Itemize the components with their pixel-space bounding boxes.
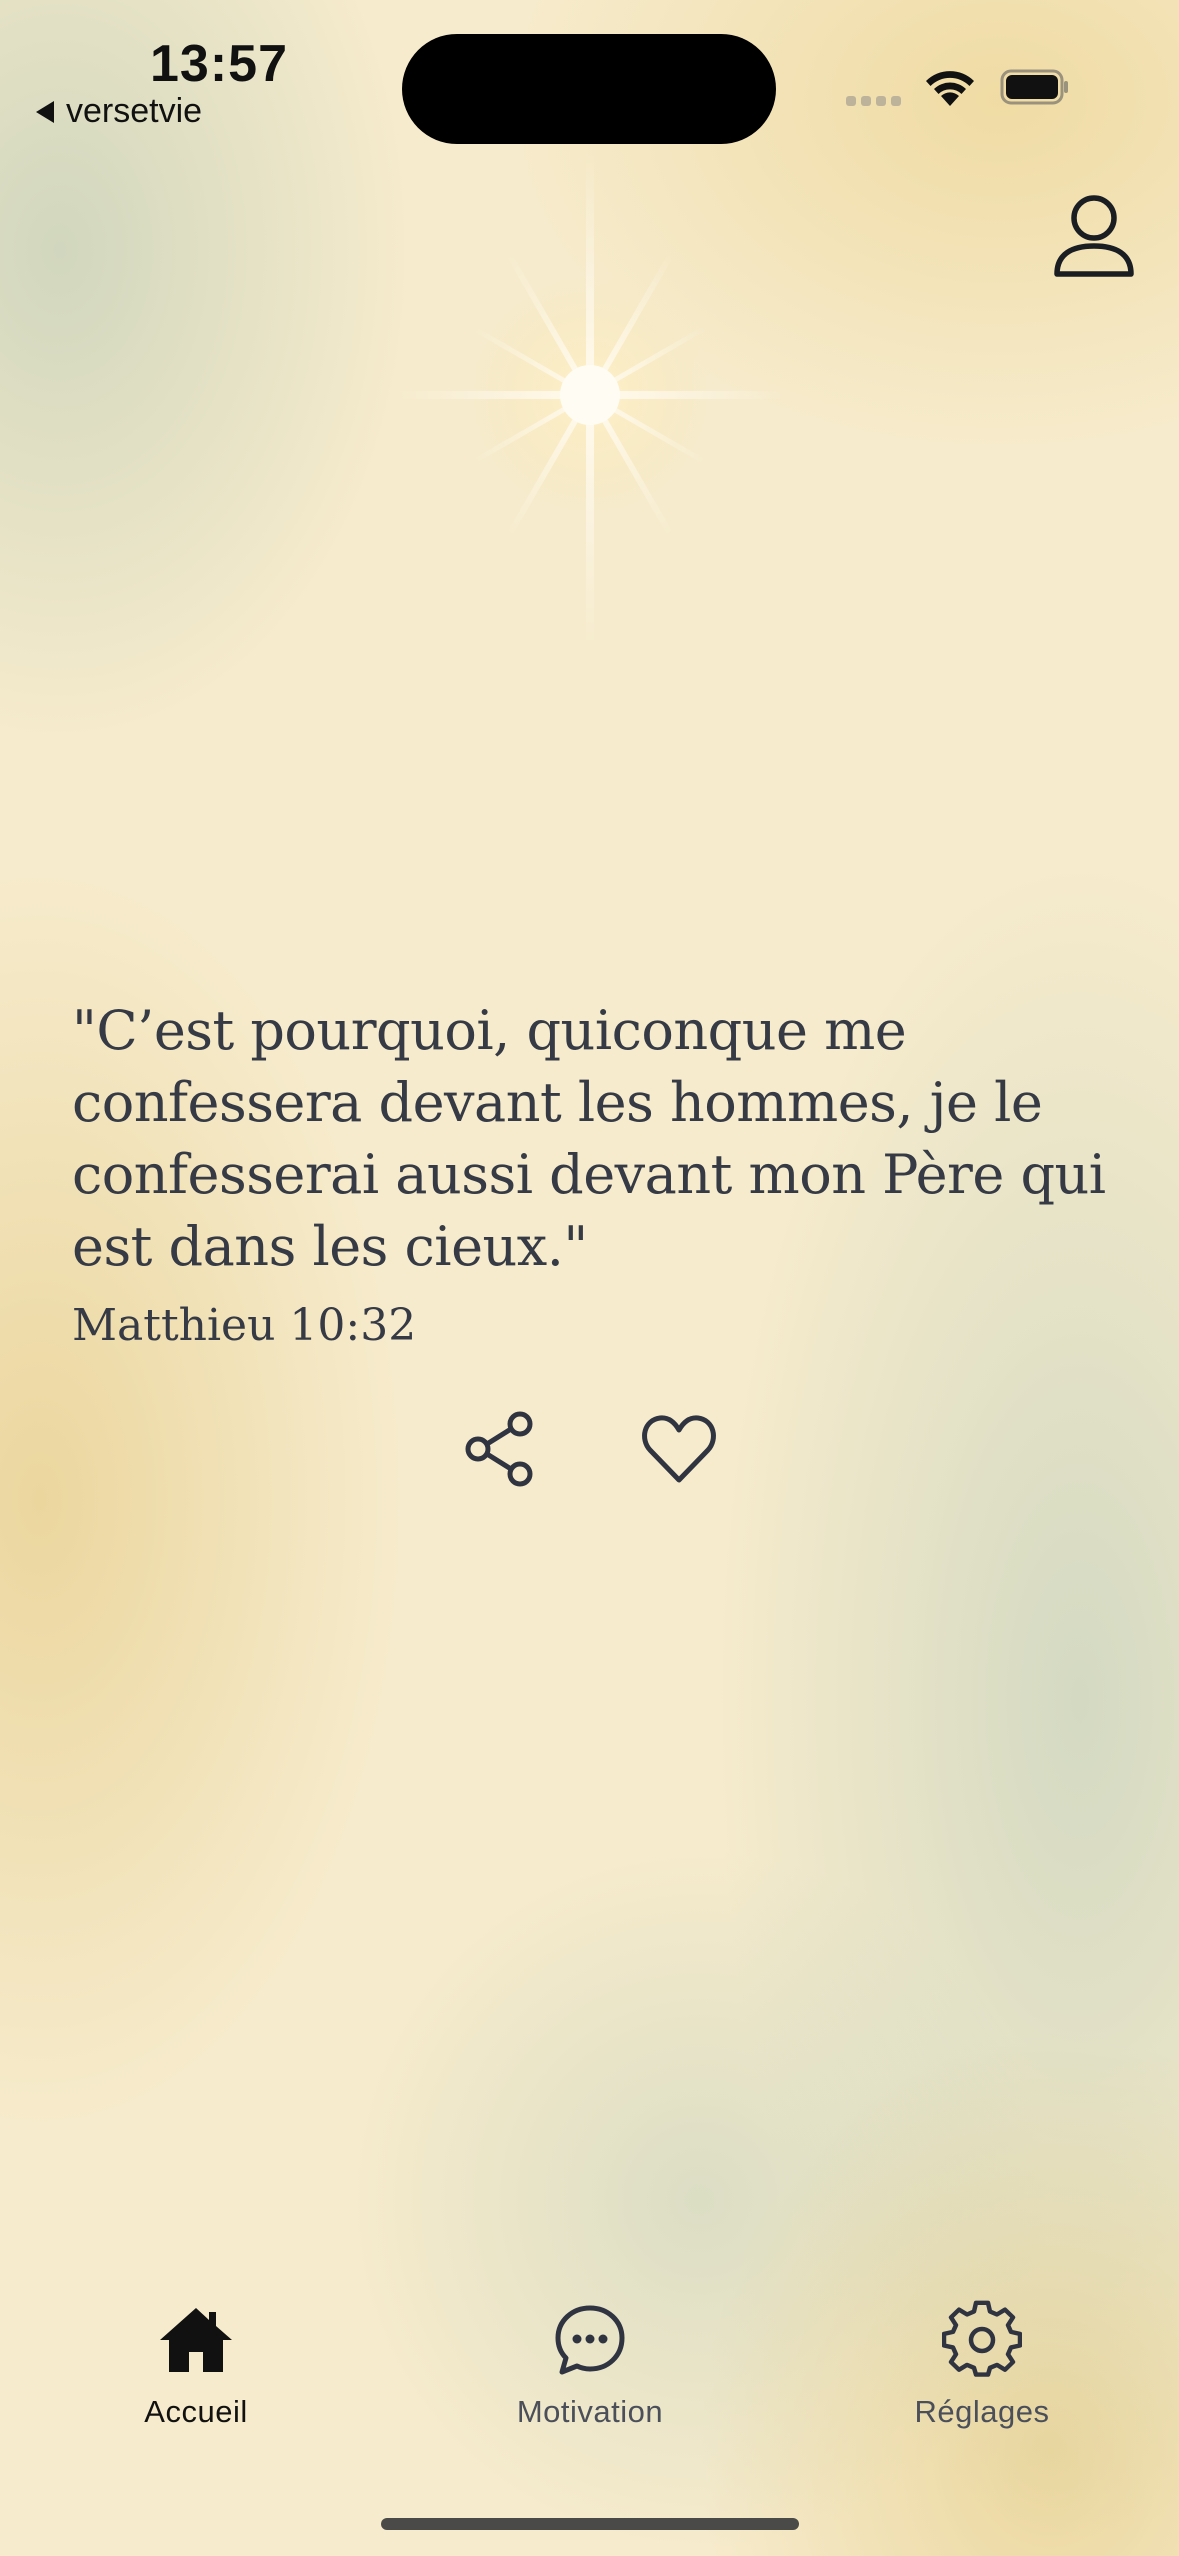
tab-label: Accueil <box>144 2394 248 2429</box>
star-glow-icon <box>395 150 785 650</box>
tab-bar: Accueil Motivation Réglages <box>0 2300 1179 2480</box>
tab-accueil[interactable]: Accueil <box>46 2300 346 2450</box>
verse-reference: Matthieu 10:32 <box>72 1300 417 1351</box>
tab-label: Motivation <box>516 2394 664 2429</box>
battery-icon <box>1000 69 1068 105</box>
share-icon[interactable] <box>464 1410 536 1488</box>
wifi-icon <box>926 71 974 106</box>
profile-icon[interactable] <box>1052 190 1136 282</box>
gear-icon <box>942 2300 1022 2377</box>
cellular-signal-icon <box>846 96 901 106</box>
back-to-app-link[interactable]: versetvie <box>36 92 202 131</box>
back-app-label: versetvie <box>66 92 203 130</box>
dynamic-island <box>402 34 776 144</box>
back-arrow-icon <box>36 100 54 123</box>
verse-text: "C’est pourquoi, quiconque me confessera… <box>72 999 1106 1278</box>
heart-icon[interactable] <box>640 1412 718 1486</box>
home-indicator <box>381 2518 799 2530</box>
home-icon <box>160 2308 232 2372</box>
tab-motivation[interactable]: Motivation <box>440 2300 740 2450</box>
status-time: 13:57 <box>150 35 288 93</box>
chat-bubble-icon <box>555 2305 625 2375</box>
tab-label: Réglages <box>914 2394 1050 2429</box>
tab-reglages[interactable]: Réglages <box>832 2300 1132 2450</box>
